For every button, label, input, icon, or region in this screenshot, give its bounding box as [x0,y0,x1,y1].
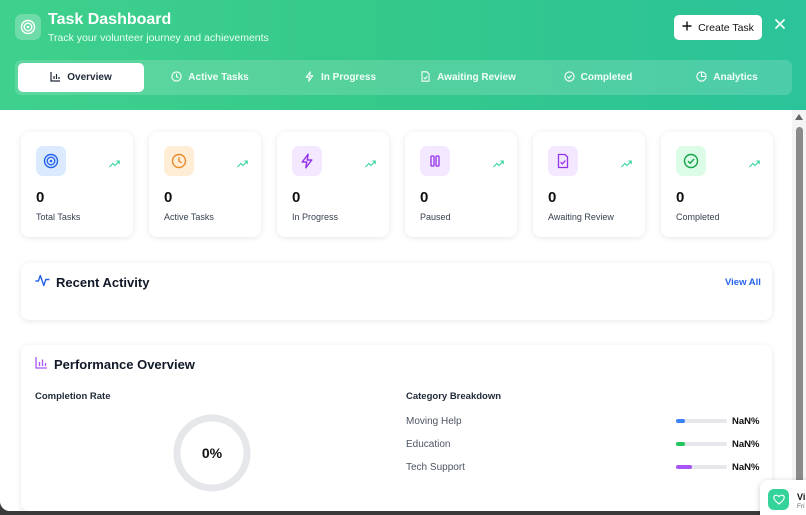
panel-title: Recent Activity [56,274,150,290]
target-icon [15,14,41,40]
recent-activity-heading: Recent Activity [35,274,149,290]
category-percent: NaN% [732,416,760,427]
tab-active-tasks[interactable]: Active Tasks [146,63,274,92]
tab-awaiting-review[interactable]: Awaiting Review [404,63,532,92]
pie-chart-icon [696,70,707,85]
performance-heading: Performance Overview [35,356,195,372]
tab-completed[interactable]: Completed [534,63,662,92]
stat-label: Completed [676,212,720,222]
stat-label: In Progress [292,212,339,222]
completion-rate-value: 0% [201,445,223,461]
trending-up-icon [237,155,248,173]
tab-label: Awaiting Review [437,72,516,83]
scroll-up-arrow-icon[interactable] [795,114,803,120]
performance-overview-panel: Performance Overview Completion Rate 0% … [21,345,772,511]
dashboard-header: Task Dashboard Track your volunteer jour… [0,0,806,110]
page-title: Task Dashboard [48,11,172,28]
trending-up-icon [493,155,504,173]
stat-value: 0 [420,189,429,206]
tab-overview[interactable]: Overview [18,63,144,92]
stat-value: 0 [548,189,557,206]
stat-label: Awaiting Review [548,212,614,222]
recent-activity-panel: Recent Activity View All [21,263,772,320]
panel-title: Performance Overview [54,356,195,372]
tab-in-progress[interactable]: In Progress [276,63,404,92]
category-breakdown-label: Category Breakdown [406,391,502,402]
tab-analytics[interactable]: Analytics [664,63,790,92]
clock-icon [164,146,194,176]
stat-value: 0 [676,189,685,206]
close-button[interactable] [772,18,788,34]
document-check-icon [548,146,578,176]
toast-subtitle: Fri [797,503,805,510]
tab-label: Active Tasks [188,72,249,83]
create-task-button[interactable]: Create Task [674,15,762,40]
tab-bar: Overview Active Tasks In Progress Awaiti… [15,60,792,95]
tab-label: In Progress [320,72,377,83]
category-progress-bar [676,442,727,446]
trending-up-icon [749,155,760,173]
activity-icon [35,274,50,290]
bar-chart-icon [50,71,61,85]
stat-value: 0 [292,189,301,206]
close-icon [774,17,786,35]
scroll-thumb[interactable] [796,127,803,507]
document-check-icon [420,70,431,85]
stat-card-total-tasks: 0 Total Tasks [21,132,133,237]
stat-value: 0 [36,189,45,206]
task-dashboard-modal: Task Dashboard Track your volunteer jour… [0,0,806,511]
stat-label: Total Tasks [36,212,81,222]
notification-toast[interactable]: Vi Fri [760,480,806,515]
completion-rate-ring: 0% [172,413,252,493]
category-progress-fill [676,419,685,423]
lightning-icon [304,70,315,85]
page-subtitle: Track your volunteer journey and achieve… [48,32,269,44]
category-progress-fill [676,442,685,446]
check-circle-icon [564,70,575,85]
heart-icon [768,489,789,510]
plus-icon [682,21,692,34]
category-progress-bar [676,465,727,469]
tab-label: Overview [67,72,112,83]
target-icon [36,146,66,176]
trending-up-icon [109,155,120,173]
toast-title: Vi [797,492,806,502]
trending-up-icon [621,155,632,173]
tab-label: Analytics [713,72,758,83]
lightning-icon [292,146,322,176]
clock-icon [171,70,182,85]
vertical-scrollbar[interactable] [792,110,806,511]
pause-icon [420,146,450,176]
category-progress-fill [676,465,692,469]
category-label: Moving Help [406,416,462,427]
category-percent: NaN% [732,439,760,450]
create-task-label: Create Task [698,21,754,34]
category-label: Tech Support [406,462,465,473]
check-circle-icon [676,146,706,176]
tab-label: Completed [580,72,633,83]
stat-card-active-tasks: 0 Active Tasks [149,132,261,237]
stat-card-paused: 0 Paused [405,132,517,237]
stat-card-completed: 0 Completed [661,132,773,237]
stat-label: Active Tasks [164,212,214,222]
view-all-link[interactable]: View All [725,277,761,288]
category-percent: NaN% [732,462,760,473]
category-label: Education [406,439,451,450]
trending-up-icon [365,155,376,173]
stat-card-in-progress: 0 In Progress [277,132,389,237]
bar-chart-icon [35,356,48,372]
stat-label: Paused [420,212,451,222]
category-progress-bar [676,419,727,423]
completion-rate-label: Completion Rate [35,391,111,402]
stat-card-awaiting-review: 0 Awaiting Review [533,132,645,237]
stat-value: 0 [164,189,173,206]
